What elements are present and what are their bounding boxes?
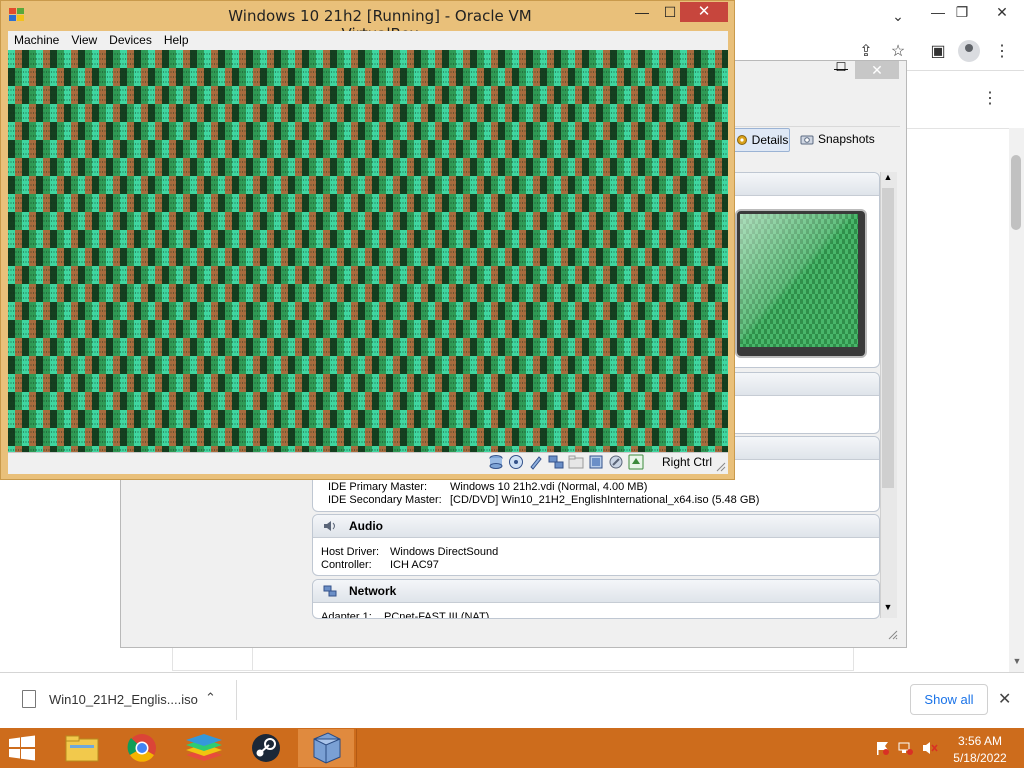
menu-machine[interactable]: Machine	[8, 31, 65, 50]
storage-key-primary: IDE Primary Master:	[328, 481, 428, 493]
vm-resize-grip-icon[interactable]	[714, 460, 726, 472]
chrome-close-button[interactable]: ✕	[982, 0, 1022, 24]
display-icon[interactable]	[588, 454, 604, 470]
audio-key-host-driver: Host Driver:	[321, 546, 380, 558]
vm-menubar: Machine View Devices Help	[8, 31, 728, 50]
volume-muted-icon[interactable]	[922, 740, 938, 756]
audio-value-controller: ICH AC97	[390, 559, 439, 571]
camera-icon	[800, 135, 814, 145]
file-icon	[22, 690, 36, 708]
network-icon	[323, 585, 337, 597]
section-audio-title: Audio	[349, 519, 383, 533]
taskbar-steam[interactable]	[238, 729, 294, 767]
tab-details[interactable]: Details	[733, 128, 790, 152]
shared-folder-icon[interactable]	[568, 454, 584, 470]
hard-disk-icon[interactable]	[488, 454, 504, 470]
vm-minimize-button[interactable]: —	[628, 1, 656, 23]
taskbar-separator	[356, 729, 357, 767]
taskbar-clock-time[interactable]: 3:56 AM	[944, 734, 1016, 748]
action-center-flag-icon[interactable]	[874, 740, 890, 756]
vbm-scroll-up-icon[interactable]: ▲	[880, 172, 896, 186]
host-key-label: Right Ctrl	[662, 455, 713, 469]
steam-icon	[252, 734, 280, 762]
audio-value-host-driver: Windows DirectSound	[390, 546, 499, 558]
vm-status-icons	[488, 454, 644, 470]
tab-snapshots[interactable]: Snapshots	[800, 128, 880, 150]
download-bar-close-icon[interactable]: ✕	[998, 689, 1011, 709]
network-tray-icon[interactable]	[898, 740, 914, 756]
storage-value-secondary[interactable]: [CD/DVD] Win10_21H2_EnglishInternational…	[450, 494, 759, 506]
system-tray	[874, 740, 938, 756]
section-network-title: Network	[349, 584, 397, 598]
resize-grip-icon[interactable]	[886, 628, 898, 640]
page-scroll-down-icon[interactable]: ▼	[1010, 656, 1024, 668]
taskbar-chrome[interactable]	[114, 729, 170, 767]
file-explorer-icon	[65, 735, 99, 762]
vbm-scroll-down-icon[interactable]: ▼	[880, 602, 896, 616]
speaker-icon	[324, 521, 335, 531]
audio-device-icon[interactable]	[528, 454, 544, 470]
section-audio-header[interactable]: Audio	[313, 515, 879, 538]
page-scrollbar-thumb[interactable]	[1011, 155, 1021, 230]
vbm-close-button[interactable]: ✕	[855, 61, 899, 79]
storage-value-primary: Windows 10 21h2.vdi (Normal, 4.00 MB)	[450, 481, 648, 493]
menu-devices[interactable]: Devices	[103, 31, 158, 50]
download-item-separator	[236, 680, 237, 720]
taskbar-bluestacks[interactable]	[176, 729, 232, 767]
chrome-menu-icon[interactable]: ⋮	[988, 38, 1016, 66]
mouse-integration-icon[interactable]	[608, 454, 624, 470]
host-key-icon[interactable]	[628, 454, 644, 470]
taskbar-virtualbox[interactable]	[298, 729, 354, 767]
network-key-adapter1: Adapter 1:	[321, 611, 372, 619]
chrome-icon	[127, 734, 156, 762]
section-network-header[interactable]: Network	[313, 580, 879, 603]
tab-details-label: Details	[751, 133, 789, 147]
page-more-options-icon[interactable]: ⋮	[976, 85, 1004, 113]
section-network: Network Adapter 1: PCnet-FAST III (NAT)	[312, 579, 880, 619]
download-item-chevron-up-icon[interactable]: ⌃	[205, 690, 216, 706]
taskbar-file-explorer[interactable]	[54, 729, 110, 767]
network-value-adapter1: PCnet-FAST III (NAT)	[384, 611, 490, 619]
vm-guest-display[interactable]	[8, 50, 728, 452]
bluestacks-icon	[186, 734, 222, 761]
audio-key-controller: Controller:	[321, 559, 372, 571]
vbm-maximize-button[interactable]: ☐	[830, 60, 852, 78]
menu-help[interactable]: Help	[158, 31, 195, 50]
chrome-tab-search-chevron-icon[interactable]: ⌄	[878, 4, 918, 28]
network-device-icon[interactable]	[548, 454, 564, 470]
vbm-details-scrollbar-thumb[interactable]	[882, 188, 894, 488]
windows-flag-app-icon[interactable]	[8, 7, 26, 23]
chrome-restore-button[interactable]: ❐	[942, 0, 982, 24]
tab-snapshots-label: Snapshots	[818, 132, 875, 146]
taskbar-clock-date[interactable]: 5/18/2022	[944, 751, 1016, 765]
vm-window-title: Windows 10 21h2 [Running] - Oracle VM Vi…	[228, 7, 532, 43]
vbm-toolbar	[735, 90, 900, 127]
preview-screen-image	[740, 214, 858, 347]
virtualbox-icon	[313, 732, 341, 764]
windows-start-icon[interactable]	[8, 735, 36, 761]
vm-close-button[interactable]: ✕	[680, 2, 728, 22]
optical-drive-icon[interactable]	[508, 454, 524, 470]
gear-icon	[736, 135, 747, 145]
download-item-name[interactable]: Win10_21H2_Englis....iso	[49, 692, 198, 707]
profile-avatar-icon[interactable]	[958, 40, 980, 62]
menu-view[interactable]: View	[65, 31, 103, 50]
side-panel-icon[interactable]: ▣	[924, 38, 952, 66]
storage-key-secondary: IDE Secondary Master:	[328, 494, 442, 506]
show-all-downloads-button[interactable]: Show all	[910, 684, 988, 715]
